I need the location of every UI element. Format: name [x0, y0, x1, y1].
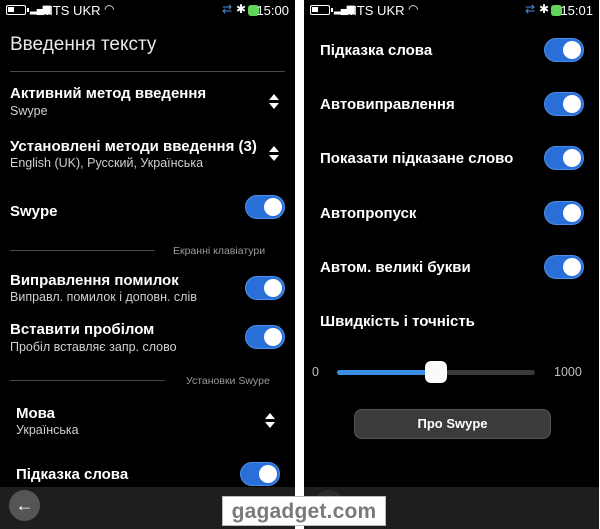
installed-methods-label[interactable]: Установлені методи введення (3)	[10, 138, 257, 155]
speed-accuracy-slider-fill	[337, 370, 436, 375]
language-value: Українська	[16, 423, 79, 437]
battery-icon	[310, 5, 333, 15]
divider	[10, 71, 285, 72]
about-swype-button[interactable]: Про Swype	[354, 409, 551, 439]
active-method-selector-icon[interactable]	[268, 93, 280, 111]
clock: 15:01	[560, 3, 593, 18]
auto-caps-label: Автом. великі букви	[320, 259, 471, 276]
active-method-label[interactable]: Активний метод введення	[10, 85, 206, 102]
slider-max-label: 1000	[554, 365, 582, 379]
error-correction-label: Виправлення помилок	[10, 272, 179, 289]
bluetooth-icon: ✱	[236, 2, 247, 16]
show-suggested-toggle[interactable]	[544, 146, 584, 170]
data-transfer-icon: ⇄	[222, 2, 233, 16]
language-selector-icon[interactable]	[264, 412, 276, 430]
site-watermark: gagadget.com	[222, 496, 386, 526]
error-correction-toggle[interactable]	[245, 276, 285, 300]
status-bar: ▂▄▆ MTS UKR ◠ ⇄ ✱ 15:01	[304, 0, 599, 22]
speed-accuracy-slider-handle[interactable]	[425, 361, 447, 383]
word-hint-toggle[interactable]	[544, 38, 584, 62]
speed-accuracy-label: Швидкість і точність	[320, 313, 475, 330]
section-header-swype: Установки Swype	[186, 375, 270, 387]
installed-methods-selector-icon[interactable]	[268, 145, 280, 163]
section-divider	[10, 380, 165, 381]
wifi-icon: ◠	[408, 2, 419, 16]
status-bar: ▂▄▆ MTS UKR ◠ ⇄ ✱ 15:00	[0, 0, 295, 22]
swype-toggle[interactable]	[245, 195, 285, 219]
auto-correct-toggle[interactable]	[544, 92, 584, 116]
space-insert-sub: Пробіл вставляє запр. слово	[10, 340, 177, 354]
active-method-value: Swype	[10, 104, 48, 118]
clock: 15:00	[256, 3, 289, 18]
space-insert-toggle[interactable]	[245, 325, 285, 349]
language-label[interactable]: Мова	[16, 405, 55, 422]
show-suggested-label: Показати підказане слово	[320, 150, 514, 167]
right-settings-screen: ▂▄▆ MTS UKR ◠ ⇄ ✱ 15:01 Підказка слова А…	[304, 0, 599, 529]
carrier-name: MTS UKR	[346, 3, 405, 18]
auto-caps-toggle[interactable]	[544, 255, 584, 279]
swype-label: Swype	[10, 203, 58, 220]
battery-icon	[6, 5, 29, 15]
word-hint-toggle[interactable]	[240, 462, 280, 486]
bluetooth-icon: ✱	[539, 2, 550, 16]
auto-space-label: Автопропуск	[320, 205, 417, 222]
section-divider	[10, 250, 155, 251]
space-insert-label: Вставити пробілом	[10, 321, 155, 338]
carrier-name: MTS UKR	[42, 3, 101, 18]
back-arrow-icon[interactable]: ←	[9, 490, 40, 521]
wifi-icon: ◠	[104, 2, 115, 16]
page-title: Введення тексту	[10, 34, 157, 55]
left-settings-screen: ▂▄▆ MTS UKR ◠ ⇄ ✱ 15:00 Введення тексту …	[0, 0, 295, 529]
error-correction-sub: Виправл. помилок і доповн. слів	[10, 290, 197, 304]
slider-min-label: 0	[312, 365, 319, 379]
auto-space-toggle[interactable]	[544, 201, 584, 225]
data-transfer-icon: ⇄	[525, 2, 536, 16]
section-header-keyboards: Екранні клавіатури	[173, 245, 266, 257]
word-hint-label: Підказка слова	[16, 466, 129, 483]
word-hint-label: Підказка слова	[320, 42, 433, 59]
auto-correct-label: Автовиправлення	[320, 96, 455, 113]
installed-methods-value: English (UK), Русский, Українська	[10, 156, 204, 170]
